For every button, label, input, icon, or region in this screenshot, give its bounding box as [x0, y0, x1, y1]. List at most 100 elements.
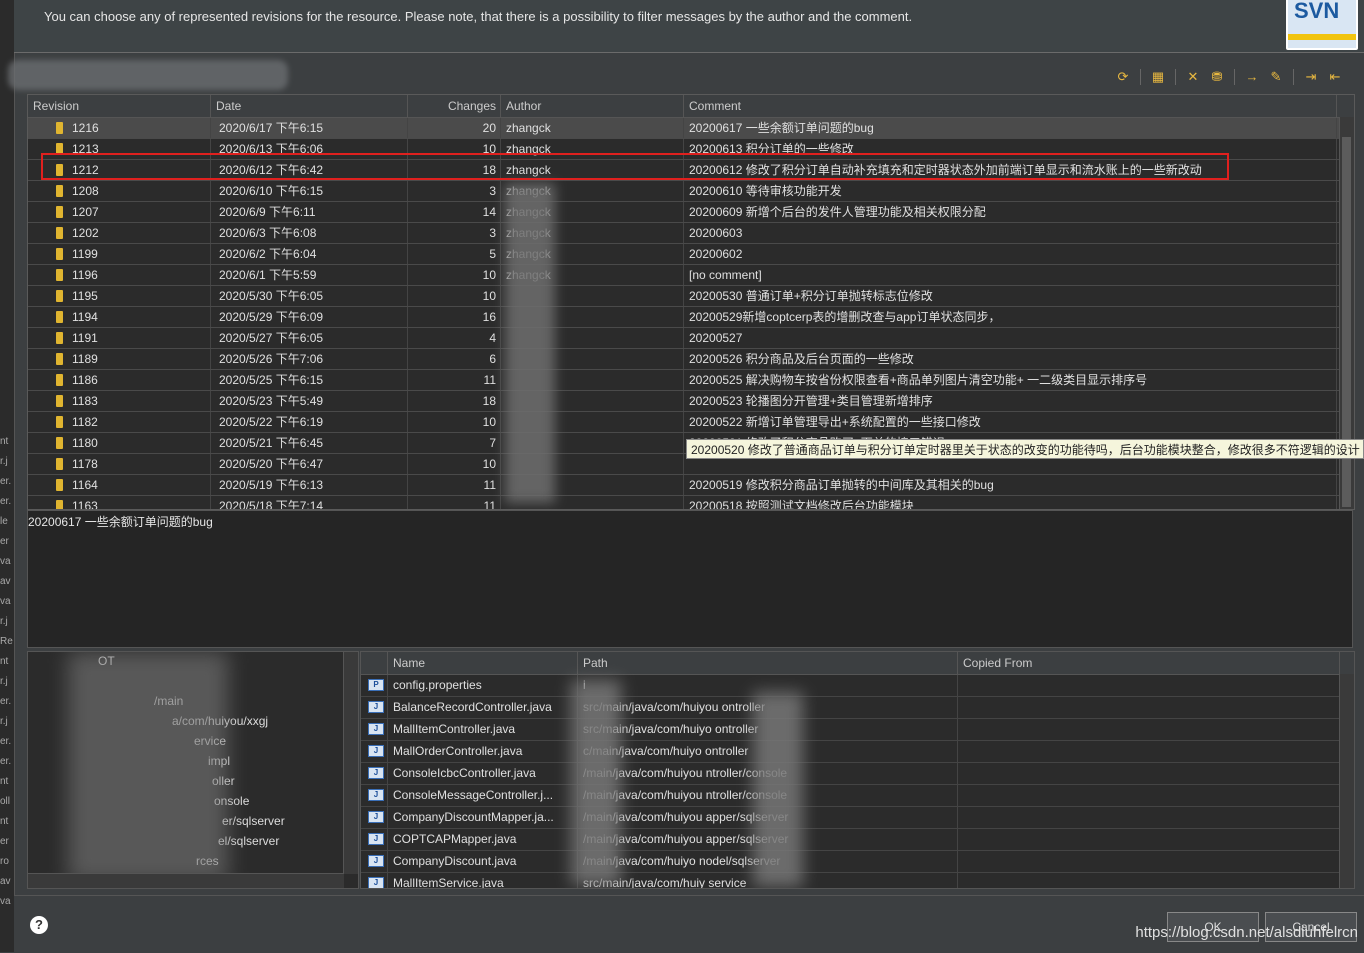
compare-icon[interactable]: ✎ — [1267, 68, 1285, 86]
file-type-cell: J — [361, 741, 388, 762]
file-name-cell: MallItemController.java — [388, 719, 578, 740]
comment-cell: 20200529新增coptcerp表的增删改查与app订单状态同步， — [684, 307, 1337, 327]
refresh-icon[interactable]: ⟳ — [1114, 68, 1132, 86]
file-row[interactable]: Pconfig.propertiesi — [361, 675, 1354, 697]
help-icon[interactable]: ? — [30, 916, 48, 934]
revision-icon — [56, 269, 63, 281]
file-name-cell: ConsoleIcbcController.java — [388, 763, 578, 784]
log-row[interactable]: 1163 2020/5/18 下午7:14 11 20200518 按照测试文档修改后… — [28, 496, 1354, 509]
date-cell: 2020/5/20 下午6:47 — [211, 454, 408, 474]
editor-fragment: er. — [0, 736, 12, 747]
comment-cell: 20200519 修改积分商品订单抛转的中间库及其相关的bug — [684, 475, 1337, 495]
log-row[interactable]: 1216 2020/6/17 下午6:15 20 zhangck 20200617 一些… — [28, 118, 1354, 139]
column-path[interactable]: Path — [578, 652, 958, 674]
column-revision[interactable]: Revision — [28, 95, 211, 117]
comment-cell: 20200530 普通订单+积分订单抛转标志位修改 — [684, 286, 1337, 306]
date-cell: 2020/5/29 下午6:09 — [211, 307, 408, 327]
changes-cell: 18 — [408, 391, 501, 411]
changes-cell: 10 — [408, 454, 501, 474]
revision-cell: 1186 — [28, 370, 211, 390]
log-row[interactable]: 1191 2020/5/27 下午6:05 4 20200527 — [28, 328, 1354, 349]
date-cell: 2020/5/25 下午6:15 — [211, 370, 408, 390]
tree-node[interactable]: er/sqlserver — [222, 814, 285, 828]
changed-files-table: Name Path Copied From Pconfig.properties… — [360, 651, 1355, 889]
filter-icon[interactable]: ⛃ — [1208, 68, 1226, 86]
log-row[interactable]: 1183 2020/5/23 下午5:49 18 20200523 轮播图分开管理+类… — [28, 391, 1354, 412]
column-changes[interactable]: Changes — [408, 95, 501, 117]
export-icon[interactable]: ⇥ — [1302, 68, 1320, 86]
toolbar-separator — [1293, 69, 1294, 85]
file-type-cell: J — [361, 829, 388, 850]
revision-cell: 1163 — [28, 496, 211, 509]
tree-vertical-scrollbar[interactable] — [343, 652, 358, 874]
comment-cell: 20200610 等待审核功能开发 — [684, 181, 1337, 201]
revision-icon — [56, 206, 63, 218]
file-row[interactable]: J MallOrderController.java c/main/java/com… — [361, 741, 1354, 763]
revision-icon — [56, 395, 63, 407]
editor-fragment: av — [0, 576, 11, 587]
column-author[interactable]: Author — [501, 95, 684, 117]
column-copied-from[interactable]: Copied From — [958, 652, 1340, 674]
editor-fragment: r.j — [0, 716, 8, 727]
editor-fragment: nt — [0, 776, 9, 787]
file-name-cell: COPTCAPMapper.java — [388, 829, 578, 850]
log-row[interactable]: 11992020/6/2 下午6:045zhangck20200602 — [28, 244, 1354, 265]
file-row[interactable]: J MallItemController.java src/main/java/co… — [361, 719, 1354, 741]
changes-cell: 3 — [408, 223, 501, 243]
editor-fragment: nt — [0, 656, 9, 667]
date-cell: 2020/6/2 下午6:04 — [211, 244, 408, 264]
log-row[interactable]: 1164 2020/5/19 下午6:13 11 20200519 修改积分商品订单抛… — [28, 475, 1354, 496]
column-date[interactable]: Date — [211, 95, 408, 117]
file-type-cell: J — [361, 697, 388, 718]
file-type-icon: J — [368, 789, 384, 801]
file-row[interactable]: J CompanyDiscountMapper.ja.../main/java/c… — [361, 807, 1354, 829]
date-cell: 2020/6/3 下午6:08 — [211, 223, 408, 243]
import-icon[interactable]: ⇤ — [1326, 68, 1344, 86]
log-row[interactable]: 1189 2020/5/26 下午7:06 6 20200526 积分商品及后台页面的… — [28, 349, 1354, 370]
revision-icon — [56, 479, 63, 491]
next-page-icon[interactable]: → — [1243, 68, 1261, 86]
file-row[interactable]: J COPTCAPMapper.java/main/java/com/huiyou… — [361, 829, 1354, 851]
file-row[interactable]: J ConsoleMessageController.j.../main/java… — [361, 785, 1354, 807]
comment-pane[interactable]: 20200617 一些余额订单问题的bug — [27, 510, 1353, 648]
tree-horizontal-scrollbar[interactable] — [28, 873, 344, 888]
file-row[interactable]: J BalanceRecordController.java src/main/ja… — [361, 697, 1354, 719]
log-row[interactable]: 12082020/6/10 下午6:153zhangck20200610 等待审… — [28, 181, 1354, 202]
column-name[interactable]: Name — [388, 652, 578, 674]
comment-cell: 20200518 按照测试文档修改后台功能模块 — [684, 496, 1337, 509]
obscured-tree — [68, 652, 228, 882]
toolbar-separator — [1175, 69, 1176, 85]
editor-fragment: nt — [0, 436, 9, 447]
copied-from-cell — [958, 785, 1340, 806]
copied-from-cell — [958, 719, 1340, 740]
editor-fragment: le — [0, 516, 8, 527]
log-row[interactable]: 1195 2020/5/30 下午6:05 10 20200530 普通订单+积分订单… — [28, 286, 1354, 307]
hide-unrelated-icon[interactable]: ▦ — [1149, 68, 1167, 86]
log-row[interactable]: 12022020/6/3 下午6:083zhangck20200603 — [28, 223, 1354, 244]
file-type-cell: J — [361, 763, 388, 784]
revision-icon — [56, 458, 63, 470]
file-row[interactable]: J ConsoleIcbcController.java/main/java/co… — [361, 763, 1354, 785]
date-cell: 2020/6/1 下午5:59 — [211, 265, 408, 285]
file-row[interactable]: J CompanyDiscount.java/main/java/com/huiy… — [361, 851, 1354, 873]
filter-clear-icon[interactable]: ✕ — [1184, 68, 1202, 86]
column-comment[interactable]: Comment — [684, 95, 1337, 117]
column-icon — [361, 652, 388, 674]
editor-fragment: ro — [0, 856, 9, 867]
dialog-header: You can choose any of represented revisi… — [14, 0, 1364, 53]
log-row[interactable]: 1186 2020/5/25 下午6:15 11 20200525 解决购物车按省份权… — [28, 370, 1354, 391]
copied-from-cell — [958, 807, 1340, 828]
logo-bar — [1288, 34, 1356, 40]
log-row[interactable]: 1194 2020/5/29 下午6:09 16 20200529新增coptcerp… — [28, 307, 1354, 328]
file-type-icon: J — [368, 877, 384, 888]
revision-cell: 1195 — [28, 286, 211, 306]
revision-cell: 1199 — [28, 244, 211, 264]
changes-cell: 4 — [408, 328, 501, 348]
files-vertical-scrollbar[interactable] — [1339, 674, 1354, 888]
log-row[interactable]: 1182 2020/5/22 下午6:19 10 20200522 新增订单管理导出+… — [28, 412, 1354, 433]
file-row[interactable]: J MallItemService.java src/main/java/com/h… — [361, 873, 1354, 888]
log-row[interactable]: 11962020/6/1 下午5:5910zhangck[no comment] — [28, 265, 1354, 286]
svn-logo-text: SVN — [1294, 0, 1340, 23]
date-cell: 2020/6/17 下午6:15 — [211, 118, 408, 138]
log-row[interactable]: 12072020/6/9 下午6:1114zhangck20200609 新增个… — [28, 202, 1354, 223]
